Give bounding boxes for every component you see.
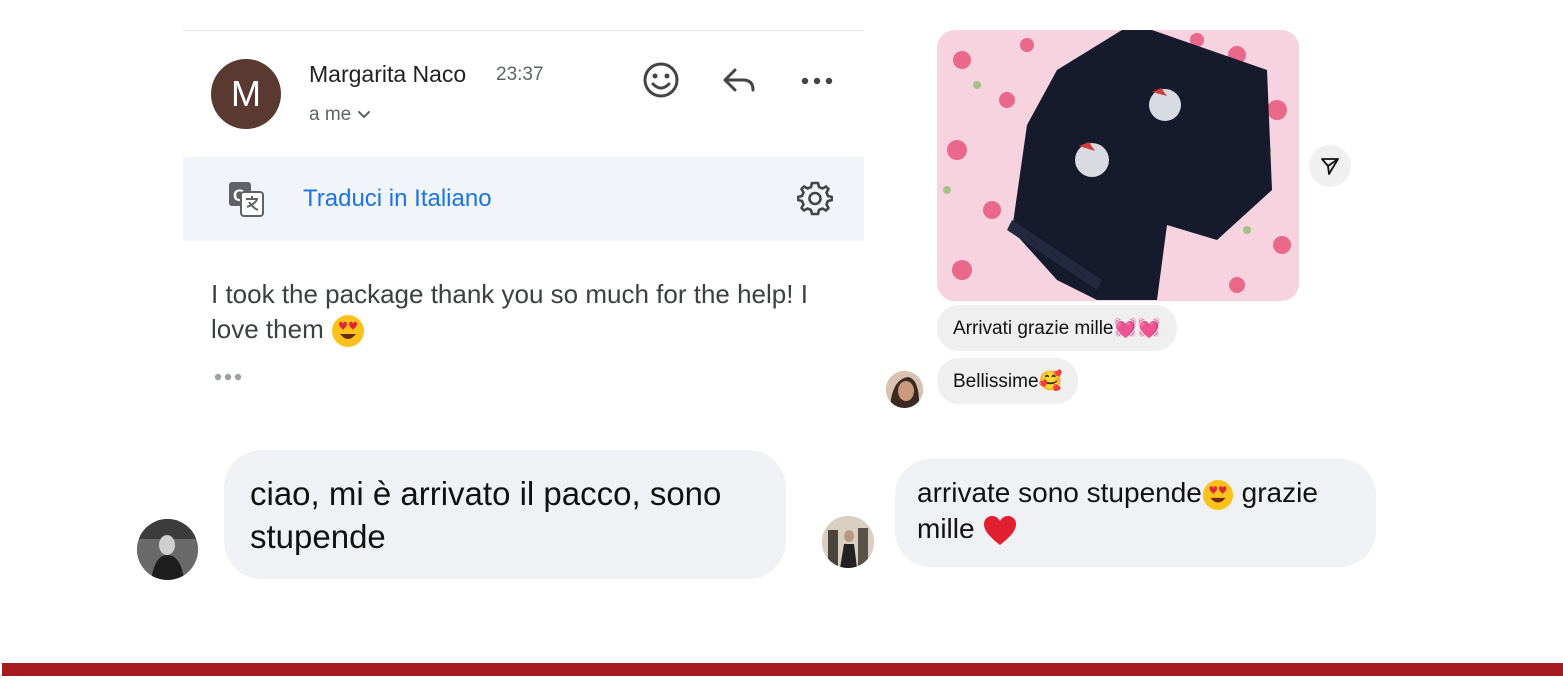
reply-icon bbox=[723, 68, 755, 92]
avatar-letter: M bbox=[231, 73, 261, 114]
heart-eyes-emoji-icon bbox=[1202, 479, 1233, 510]
chat-bubble[interactable]: arrivate sono stupende grazie mille bbox=[895, 459, 1376, 567]
email-actions bbox=[641, 60, 837, 100]
sender-name[interactable]: Margarita Naco bbox=[309, 61, 466, 88]
bottom-bar bbox=[2, 663, 1563, 676]
sender-avatar[interactable]: M bbox=[211, 59, 281, 129]
chevron-down-icon bbox=[358, 111, 371, 119]
send-icon bbox=[1321, 158, 1339, 175]
avatar[interactable] bbox=[137, 519, 198, 580]
message-time: 23:37 bbox=[496, 64, 544, 85]
translate-icon: G bbox=[229, 182, 264, 217]
avatar[interactable] bbox=[886, 371, 923, 408]
translate-link[interactable]: Traduci in Italiano bbox=[303, 185, 492, 213]
message-text: arrivate sono stupende bbox=[917, 477, 1202, 508]
email-body-text: I took the package thank you so much for… bbox=[211, 279, 808, 344]
photo-illustration bbox=[937, 30, 1299, 301]
chat-bubble[interactable]: ciao, mi è arrivato il pacco, sono stupe… bbox=[224, 450, 786, 579]
red-heart-icon bbox=[984, 515, 1017, 545]
settings-icon[interactable] bbox=[797, 180, 833, 216]
divider bbox=[183, 30, 864, 31]
avatar-photo bbox=[137, 519, 198, 580]
translate-bar: G Traduci in Italiano bbox=[183, 157, 864, 241]
avatar-photo bbox=[886, 371, 923, 408]
avatar-photo bbox=[822, 516, 874, 568]
email-body: I took the package thank you so much for… bbox=[211, 277, 831, 348]
shared-photo[interactable] bbox=[937, 30, 1299, 301]
chat-bubble[interactable]: Arrivati grazie mille💓💓 bbox=[937, 305, 1177, 351]
email-panel: M Margarita Naco 23:37 a me G Traduci in… bbox=[183, 30, 864, 400]
share-button[interactable] bbox=[1309, 145, 1351, 187]
chat-bubble[interactable]: Bellissime🥰 bbox=[937, 358, 1079, 404]
heart-eyes-emoji-icon bbox=[331, 315, 364, 348]
emoji-icon bbox=[643, 62, 679, 98]
emoji-reaction-button[interactable] bbox=[641, 60, 681, 100]
more-icon bbox=[801, 77, 833, 85]
more-options-button[interactable] bbox=[797, 60, 837, 100]
ellipsis-icon[interactable] bbox=[213, 370, 243, 384]
recipient-toggle[interactable]: a me bbox=[309, 104, 371, 126]
avatar[interactable] bbox=[822, 516, 874, 568]
recipient-label: a me bbox=[309, 104, 352, 125]
reply-button[interactable] bbox=[719, 60, 759, 100]
